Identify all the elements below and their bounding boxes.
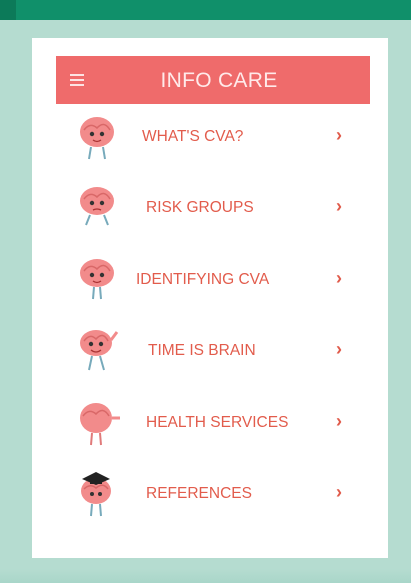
chevron-right-icon: › [336, 267, 342, 288]
menu-item-whats-cva[interactable]: WHAT'S CVA? › [56, 104, 370, 175]
menu-item-label: RISK GROUPS [146, 199, 254, 217]
menu-item-risk-groups[interactable]: RISK GROUPS › [56, 175, 370, 246]
menu-list: WHAT'S CVA? › RISK GROUPS › IDENTIFYING … [56, 104, 370, 532]
menu-item-label: IDENTIFYING CVA [136, 270, 270, 288]
app-card: INFO CARE WHAT'S CVA? › RISK GROUPS › ID… [32, 38, 388, 558]
menu-item-time-is-brain[interactable]: TIME IS BRAIN › [56, 318, 370, 389]
status-notch [0, 0, 16, 20]
brain-mascot-icon [80, 402, 120, 445]
chevron-right-icon: › [336, 125, 342, 145]
status-bar [0, 0, 411, 20]
menu-item-label: REFERENCES [146, 484, 252, 502]
bottom-edge [0, 569, 411, 583]
chevron-right-icon: › [336, 410, 342, 431]
menu-item-identifying-cva[interactable]: IDENTIFYING CVA › [56, 247, 370, 318]
menu-item-label: WHAT'S CVA? [142, 128, 244, 145]
chevron-right-icon: › [336, 339, 342, 360]
chevron-right-icon: › [336, 481, 342, 502]
brain-mascot-graduate-icon [81, 471, 111, 517]
app-title: INFO CARE [160, 69, 278, 92]
brain-mascot-icon [80, 187, 114, 226]
app-bar: INFO CARE [56, 56, 370, 104]
menu-item-label: TIME IS BRAIN [148, 342, 256, 360]
brain-mascot-icon [80, 258, 114, 299]
menu-item-health-services[interactable]: HEALTH SERVICES › [56, 390, 370, 461]
chevron-right-icon: › [336, 196, 342, 217]
brain-mascot-icon [80, 330, 119, 371]
menu-item-references[interactable]: REFERENCES › [56, 461, 370, 532]
menu-item-label: HEALTH SERVICES [146, 413, 289, 431]
brain-mascot-icon [80, 117, 114, 160]
